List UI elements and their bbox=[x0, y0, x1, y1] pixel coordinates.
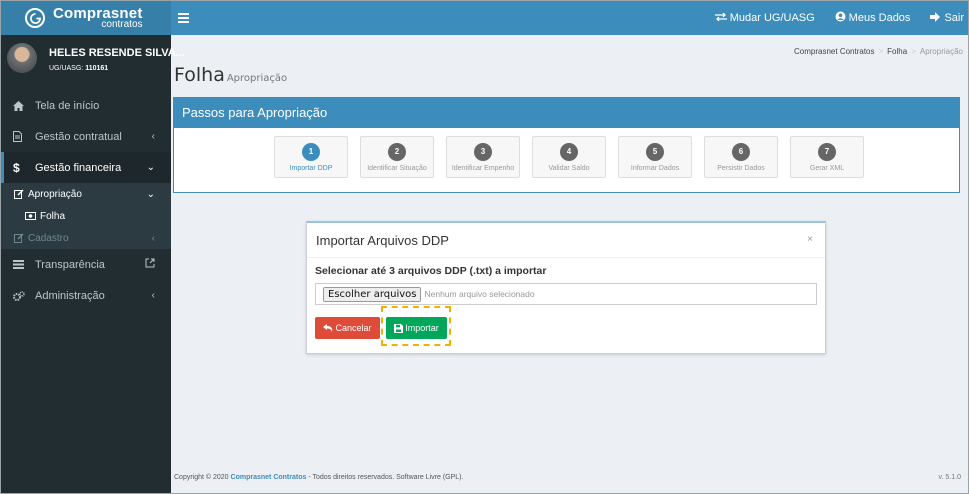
sidebar-item-label: Administração bbox=[35, 289, 105, 302]
step-gerar-xml[interactable]: 7 Gerar XML bbox=[790, 136, 864, 178]
version-label: v. 5.1.0 bbox=[938, 474, 961, 481]
breadcrumb-current: Apropriação bbox=[919, 47, 963, 56]
sair-label: Sair bbox=[944, 12, 964, 24]
cancel-label: Cancelar bbox=[335, 323, 372, 333]
user-circle-icon bbox=[835, 11, 849, 25]
steps-list: 1 Importar DDP 2 Identificar Situação 3 … bbox=[274, 136, 876, 178]
sair-link[interactable]: Sair bbox=[930, 11, 964, 25]
chevron-left-icon: ‹ bbox=[151, 232, 155, 244]
footer: Copyright © 2020 Comprasnet Contratos - … bbox=[174, 474, 464, 481]
step-label: Persistir Dados bbox=[717, 164, 765, 172]
sidebar-item-folha[interactable]: Folha bbox=[1, 205, 171, 227]
import-button-highlight bbox=[381, 306, 451, 346]
avatar bbox=[7, 43, 37, 73]
modal-header: Importar Arquivos DDP × bbox=[307, 223, 825, 258]
step-label: Identificar Empenho bbox=[451, 164, 515, 172]
logo[interactable]: Comprasnet contratos bbox=[1, 1, 171, 35]
step-number: 3 bbox=[474, 142, 492, 161]
sidebar-item-cadastro[interactable]: Cadastro ‹ bbox=[1, 227, 171, 249]
sidebar-item-label: Folha bbox=[40, 210, 66, 222]
sidebar-item-transparencia[interactable]: Transparência bbox=[1, 249, 171, 280]
user-ug: UG/UASG: 110161 bbox=[49, 65, 109, 72]
step-number: 7 bbox=[818, 142, 836, 161]
dollar-icon: $ bbox=[13, 160, 20, 175]
sidebar: HELES RESENDE SILVA... UG/UASG: 110161 T… bbox=[1, 35, 185, 493]
sidebar-item-tela-inicio[interactable]: Tela de início bbox=[1, 90, 171, 121]
cogs-icon bbox=[13, 290, 29, 301]
swap-icon bbox=[714, 12, 730, 24]
step-label: Gerar XML bbox=[809, 164, 845, 172]
sidebar-item-label: Apropriação bbox=[28, 188, 82, 200]
cancel-button[interactable]: Cancelar bbox=[315, 317, 380, 339]
breadcrumb-home[interactable]: Comprasnet Contratos bbox=[794, 47, 874, 56]
steps-heading: Passos para Apropriação bbox=[174, 98, 959, 128]
step-label: Validar Saldo bbox=[548, 164, 590, 172]
step-label: Importar DDP bbox=[289, 164, 333, 172]
mudar-ug-label: Mudar UG/UASG bbox=[729, 12, 815, 24]
top-navbar: Mudar UG/UASG Meus Dados Sair bbox=[171, 1, 968, 35]
sidebar-item-label: Gestão financeira bbox=[35, 161, 122, 174]
home-icon bbox=[13, 100, 29, 111]
choose-files-button[interactable]: Escolher arquivos bbox=[323, 286, 422, 302]
file-select-label: Selecionar até 3 arquivos DDP (.txt) a i… bbox=[315, 265, 547, 277]
step-identificar-situacao[interactable]: 2 Identificar Situação bbox=[360, 136, 434, 178]
page-subtitle: Apropriação bbox=[226, 73, 288, 84]
chevron-down-icon: ⌄ bbox=[146, 162, 155, 173]
sidebar-item-label: Tela de início bbox=[35, 99, 100, 112]
sidebar-item-label: Transparência bbox=[35, 258, 105, 271]
undo-icon bbox=[323, 324, 333, 332]
footer-brand-link[interactable]: Comprasnet Contratos bbox=[231, 474, 307, 481]
page-title: Folha Apropriação bbox=[174, 64, 288, 86]
step-importar-ddp[interactable]: 1 Importar DDP bbox=[274, 136, 348, 178]
file-icon bbox=[13, 131, 29, 142]
sidebar-item-gestao-financeira[interactable]: $ Gestão financeira ⌄ bbox=[1, 152, 171, 183]
edit-icon bbox=[14, 233, 24, 243]
menu-icon[interactable] bbox=[178, 10, 189, 26]
breadcrumb: Comprasnet Contratos > Folha > Apropriação bbox=[794, 47, 963, 56]
step-label: Informar Dados bbox=[630, 164, 680, 172]
money-icon bbox=[25, 212, 36, 220]
step-identificar-empenho[interactable]: 3 Identificar Empenho bbox=[446, 136, 520, 178]
steps-panel: Passos para Apropriação 1 Importar DDP 2… bbox=[173, 97, 960, 193]
step-validar-saldo[interactable]: 4 Validar Saldo bbox=[532, 136, 606, 178]
edit-icon bbox=[14, 189, 24, 199]
list-icon bbox=[13, 260, 29, 269]
step-number: 5 bbox=[646, 142, 664, 161]
chevron-down-icon: ⌄ bbox=[146, 188, 155, 200]
submenu-gestao-financeira: Apropriação ⌄ Folha Cadastro ‹ bbox=[1, 183, 171, 249]
sidebar-item-gestao-contratual[interactable]: Gestão contratual ‹ bbox=[1, 121, 171, 152]
breadcrumb-folha[interactable]: Folha bbox=[887, 47, 907, 56]
step-number: 2 bbox=[388, 142, 406, 161]
user-panel: HELES RESENDE SILVA... UG/UASG: 110161 bbox=[1, 35, 185, 90]
chevron-left-icon: ‹ bbox=[151, 131, 155, 142]
sidebar-item-apropriacao[interactable]: Apropriação ⌄ bbox=[1, 183, 171, 205]
file-status-text: Nenhum arquivo selecionado bbox=[424, 289, 535, 299]
close-icon[interactable]: × bbox=[807, 234, 813, 245]
logo-sub-text: contratos bbox=[101, 19, 143, 30]
sidebar-item-administracao[interactable]: Administração ‹ bbox=[1, 280, 171, 311]
step-informar-dados[interactable]: 5 Informar Dados bbox=[618, 136, 692, 178]
step-label: Identificar Situação bbox=[367, 164, 427, 172]
meus-dados-link[interactable]: Meus Dados bbox=[835, 11, 911, 25]
step-persistir-dados[interactable]: 6 Persistir Dados bbox=[704, 136, 778, 178]
chevron-left-icon: ‹ bbox=[151, 290, 155, 301]
logo-icon bbox=[25, 8, 45, 28]
sign-out-icon bbox=[930, 11, 944, 25]
file-input[interactable]: Escolher arquivos Nenhum arquivo selecio… bbox=[315, 283, 817, 305]
mudar-ug-link[interactable]: Mudar UG/UASG bbox=[714, 12, 815, 24]
sidebar-item-label: Cadastro bbox=[28, 232, 69, 244]
modal-title: Importar Arquivos DDP bbox=[316, 233, 449, 248]
sidebar-item-label: Gestão contratual bbox=[35, 130, 122, 143]
step-number: 4 bbox=[560, 142, 578, 161]
meus-dados-label: Meus Dados bbox=[848, 12, 911, 24]
user-name: HELES RESENDE SILVA... bbox=[49, 47, 185, 59]
step-number: 6 bbox=[732, 142, 750, 161]
external-link-icon bbox=[145, 258, 155, 271]
step-number: 1 bbox=[302, 142, 320, 161]
